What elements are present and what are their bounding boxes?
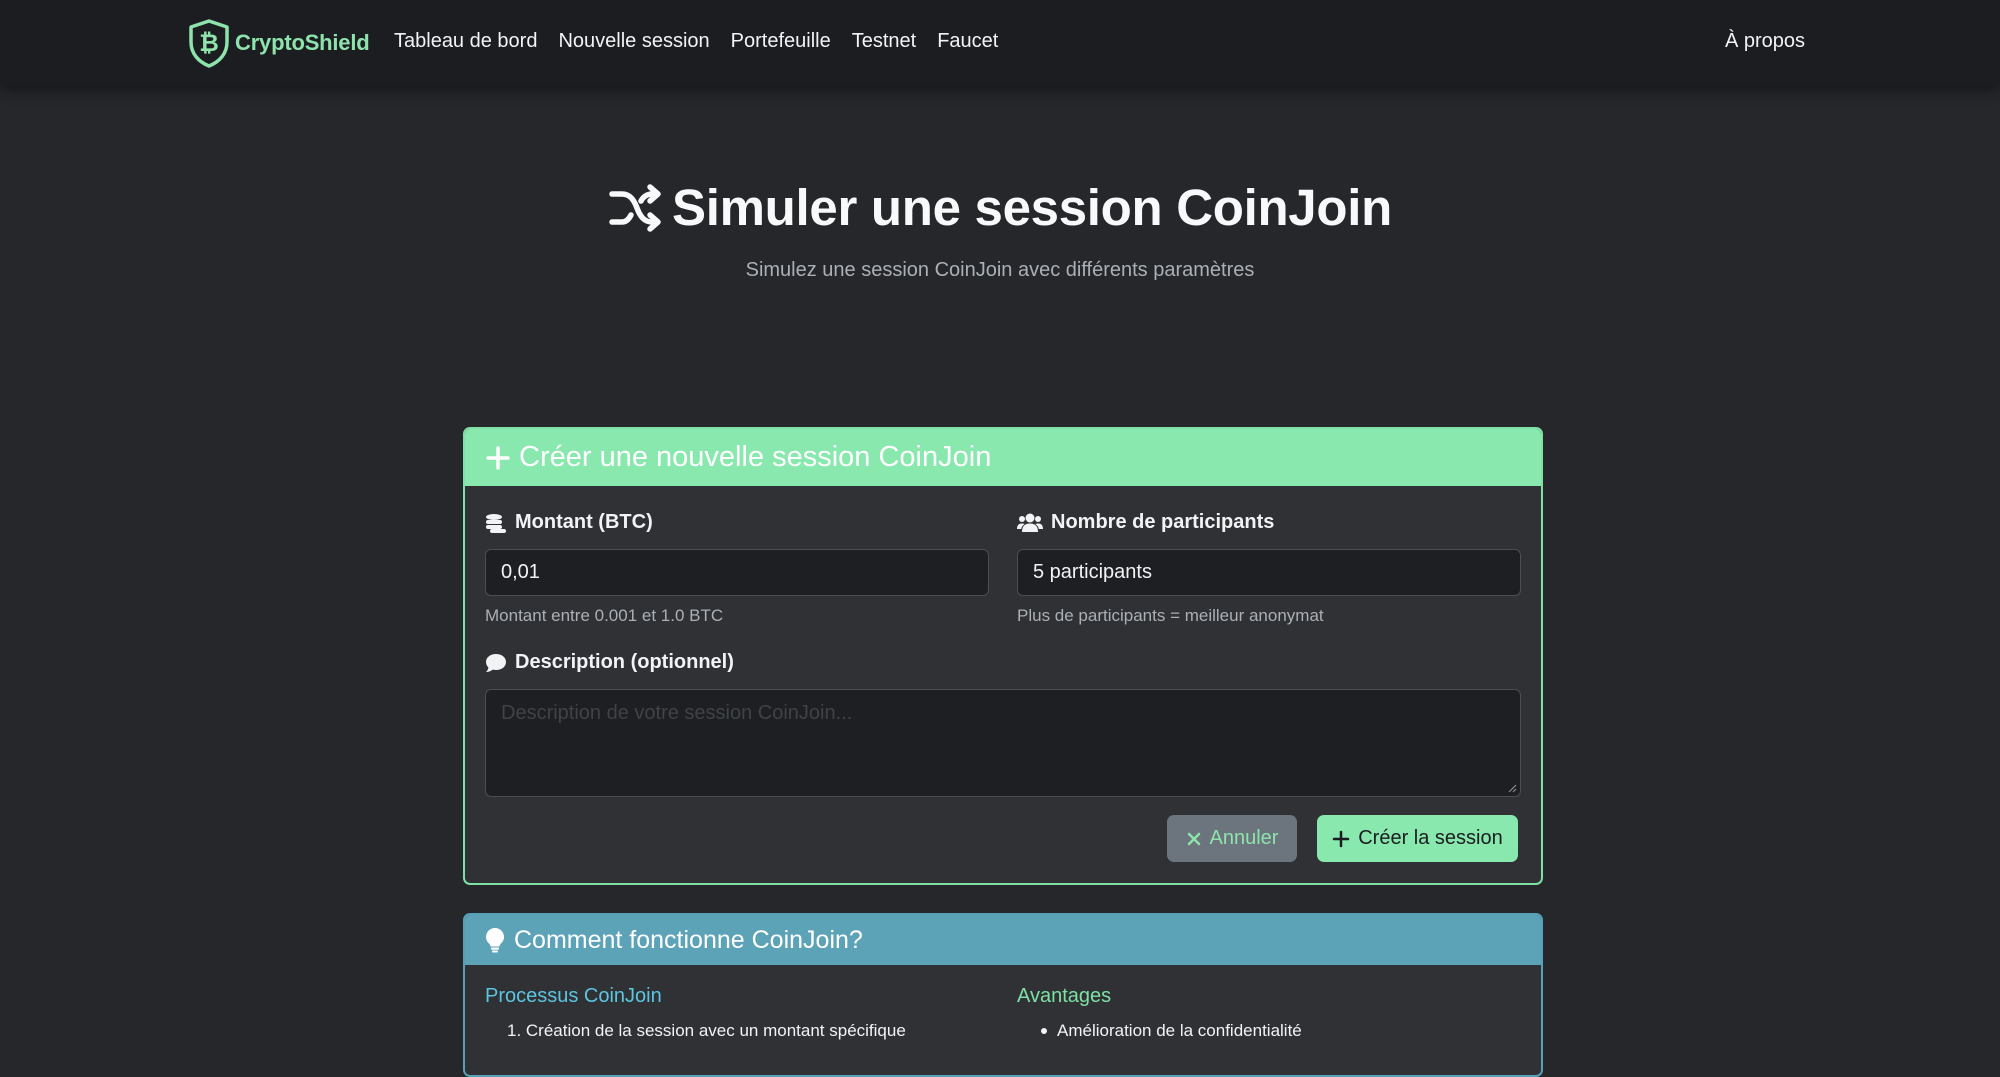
amount-label-text: Montant (BTC) <box>515 511 653 533</box>
create-card-header: Créer une nouvelle session CoinJoin <box>465 429 1541 486</box>
info-card-header: Comment fonctionne CoinJoin? <box>465 915 1541 965</box>
info-card-title: Comment fonctionne CoinJoin? <box>514 925 863 954</box>
brand-logo[interactable]: ₿ CryptoShield <box>187 18 370 68</box>
amount-group: Montant (BTC) 0,01 Montant entre 0.001 e… <box>485 511 989 626</box>
nav-links: Tableau de bord Nouvelle session Portefe… <box>394 30 1019 53</box>
process-step: 1. Création de la session avec un montan… <box>507 1021 906 1040</box>
plus-icon <box>1332 830 1350 847</box>
users-icon <box>1017 513 1043 532</box>
nav-link-faucet[interactable]: Faucet <box>937 30 998 53</box>
create-session-card: Créer une nouvelle session CoinJoin Mont… <box>463 427 1543 885</box>
page-title: Simuler une session CoinJoin <box>672 179 1392 236</box>
benefits-heading: Avantages <box>1017 985 1112 1007</box>
page-subtitle: Simulez une session CoinJoin avec différ… <box>745 259 1255 281</box>
amount-label: Montant (BTC) <box>485 511 989 534</box>
shuffle-icon <box>609 183 661 232</box>
create-session-button[interactable]: Créer la session <box>1317 815 1518 862</box>
page-header: Simuler une session CoinJoin <box>0 178 2000 237</box>
lightbulb-icon <box>486 928 504 953</box>
coinjoin-info-card: Comment fonctionne CoinJoin? Processus C… <box>463 913 1543 1077</box>
plus-icon <box>486 445 510 470</box>
nav-link-wallet[interactable]: Portefeuille <box>731 30 831 53</box>
participants-select[interactable]: 5 participants <box>1017 549 1521 596</box>
svg-text:₿: ₿ <box>199 30 219 57</box>
description-placeholder: Description de votre session CoinJoin... <box>501 702 853 724</box>
cancel-button[interactable]: Annuler <box>1167 815 1297 862</box>
bullet <box>1041 1028 1047 1034</box>
nav-link-new-session[interactable]: Nouvelle session <box>558 30 709 53</box>
create-card-title: Créer une nouvelle session CoinJoin <box>519 441 992 473</box>
amount-input[interactable]: 0,01 <box>485 549 989 596</box>
coins-icon <box>486 513 506 533</box>
close-icon <box>1187 832 1200 845</box>
process-column: Processus CoinJoin 1. Création de la ses… <box>485 985 985 1041</box>
amount-helper: Montant entre 0.001 et 1.0 BTC <box>485 606 724 625</box>
create-session-button-label: Créer la session <box>1358 827 1503 849</box>
benefit-item: Amélioration de la confidentialité <box>1017 1021 1517 1041</box>
nav-link-testnet[interactable]: Testnet <box>852 30 916 53</box>
cancel-button-label: Annuler <box>1209 827 1279 849</box>
process-heading: Processus CoinJoin <box>485 985 662 1007</box>
navbar: ₿ CryptoShield Tableau de bord Nouvelle … <box>0 0 2000 86</box>
bitcoin-shield-icon: ₿ <box>189 19 229 68</box>
brand-name: CryptoShield <box>235 30 370 55</box>
benefits-column: Avantages Amélioration de la confidentia… <box>1017 985 1517 1041</box>
description-group: Description (optionnel) Description de v… <box>485 651 1521 797</box>
comment-icon <box>486 653 506 672</box>
benefit-item-text: Amélioration de la confidentialité <box>1057 1021 1302 1040</box>
description-label-text: Description (optionnel) <box>515 651 734 673</box>
description-textarea[interactable]: Description de votre session CoinJoin... <box>485 689 1521 797</box>
nav-link-dashboard[interactable]: Tableau de bord <box>394 30 537 53</box>
participants-label: Nombre de participants <box>1017 511 1521 534</box>
resize-grip-icon[interactable] <box>1507 783 1517 793</box>
participants-group: Nombre de participants 5 participants Pl… <box>1017 511 1521 626</box>
participants-label-text: Nombre de participants <box>1051 511 1275 533</box>
description-label: Description (optionnel) <box>485 651 1521 674</box>
nav-link-about[interactable]: À propos <box>1725 30 1805 53</box>
participants-helper: Plus de participants = meilleur anonymat <box>1017 606 1324 625</box>
